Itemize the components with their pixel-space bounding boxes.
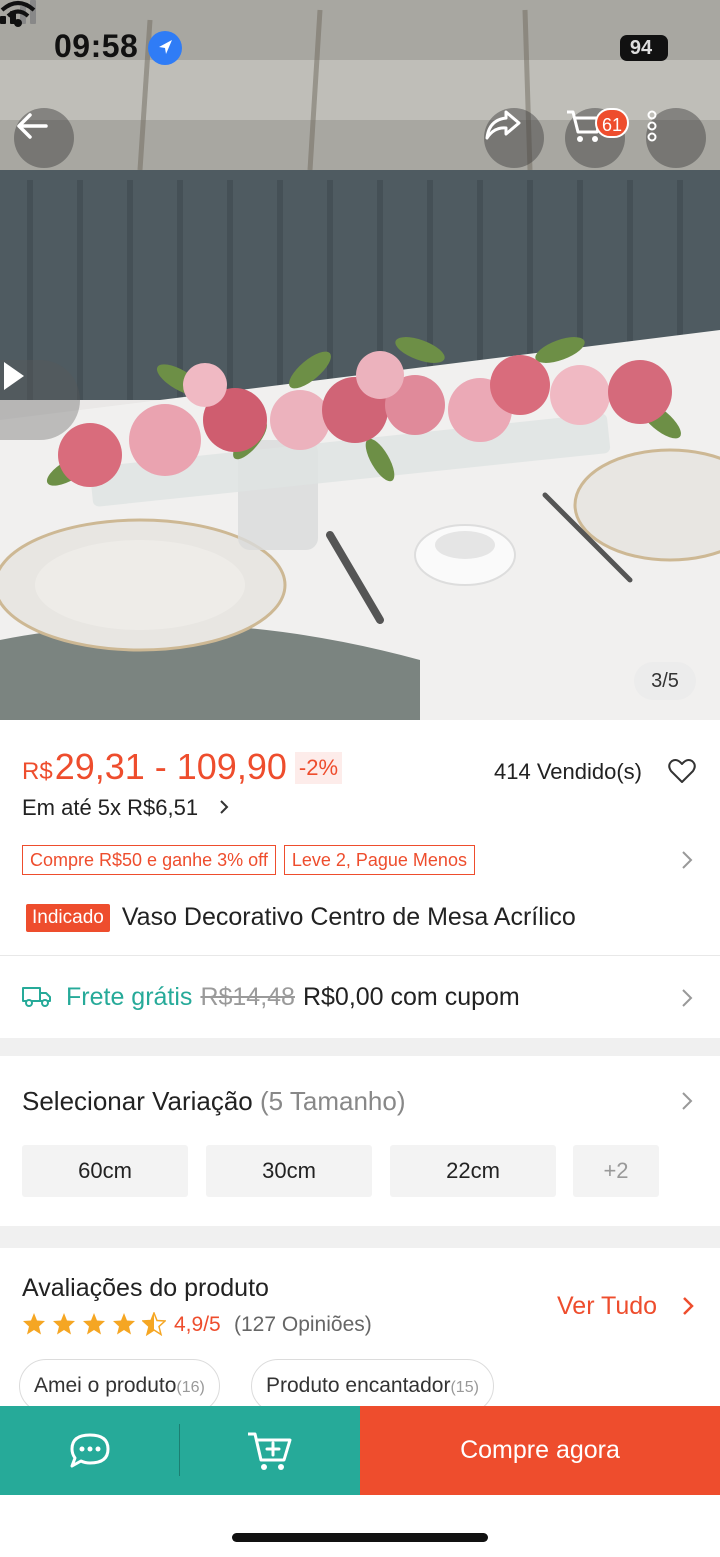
star-icon xyxy=(83,1313,105,1335)
heart-icon[interactable] xyxy=(668,758,696,784)
variation-option[interactable]: 60cm xyxy=(22,1145,188,1197)
add-to-cart-button[interactable] xyxy=(180,1406,360,1495)
chip-label: Produto encantador xyxy=(266,1374,451,1397)
section-gap xyxy=(0,1038,720,1056)
reviews-title: Avaliações do produto xyxy=(22,1274,269,1302)
play-video-button[interactable] xyxy=(0,360,80,440)
share-button[interactable] xyxy=(484,108,544,168)
chip-label: Amei o produto xyxy=(34,1374,177,1397)
chip-count: (15) xyxy=(450,1379,479,1396)
wifi-icon xyxy=(0,1,36,27)
play-icon xyxy=(4,362,24,390)
variation-option[interactable]: 30cm xyxy=(206,1145,372,1197)
star-icon xyxy=(23,1313,45,1335)
truck-icon xyxy=(22,987,51,1007)
location-arrow-icon xyxy=(148,31,182,65)
chevron-right-icon[interactable] xyxy=(682,1296,694,1316)
add-to-cart-icon xyxy=(248,1432,292,1470)
status-time: 09:58 xyxy=(54,28,139,64)
star-icon xyxy=(53,1313,75,1335)
product-image[interactable]: 09:58 94 61 3/5 xyxy=(0,0,720,720)
chat-icon xyxy=(70,1433,109,1467)
review-count: (127 Opiniões) xyxy=(234,1313,372,1336)
battery-level: 94 xyxy=(629,37,653,59)
review-keyword-chip[interactable]: Amei o produto(16) xyxy=(19,1359,220,1413)
cart-count-badge: 61 xyxy=(595,108,630,138)
chevron-right-icon[interactable] xyxy=(680,1090,694,1112)
promo-tag[interactable]: Leve 2, Pague Menos xyxy=(283,845,475,875)
status-bar: 09:58 94 xyxy=(0,0,720,96)
chat-button[interactable] xyxy=(0,1406,179,1495)
divider xyxy=(0,955,720,956)
variation-count: (5 Tamanho) xyxy=(260,1086,406,1116)
star-half-icon xyxy=(142,1312,166,1336)
product-title: Vaso Decorativo Centro de Mesa Acrílico xyxy=(121,903,576,931)
chevron-right-icon[interactable] xyxy=(680,849,694,871)
more-options-button[interactable] xyxy=(646,108,706,168)
star-icon xyxy=(113,1313,135,1335)
chevron-right-icon xyxy=(220,800,229,814)
shipping-cupom-text: R$0,00 com cupom xyxy=(302,983,520,1011)
home-indicator xyxy=(232,1533,488,1542)
promo-tags[interactable]: Compre R$50 e ganhe 3% off Leve 2, Pague… xyxy=(22,845,475,875)
discount-badge: -2% xyxy=(294,752,343,784)
currency-symbol: R$ xyxy=(22,758,53,785)
product-title-row: Indicado Vaso Decorativo Centro de Mesa … xyxy=(26,903,576,932)
indicated-tag: Indicado xyxy=(26,903,110,932)
shipping-row[interactable]: Frete grátis R$14,48 R$0,00 com cupom xyxy=(66,983,520,1012)
section-gap xyxy=(0,1226,720,1248)
variation-option[interactable]: 22cm xyxy=(390,1145,556,1197)
more-variations-button[interactable]: +2 xyxy=(573,1145,659,1197)
see-all-reviews-link[interactable]: Ver Tudo xyxy=(557,1292,657,1321)
chip-count: (16) xyxy=(176,1379,205,1396)
free-shipping-label: Frete grátis xyxy=(66,983,193,1011)
promo-tag[interactable]: Compre R$50 e ganhe 3% off xyxy=(22,845,276,875)
image-counter: 3/5 xyxy=(634,662,696,700)
sold-count: 414 Vendido(s) xyxy=(494,759,642,784)
old-shipping-price: R$14,48 xyxy=(200,983,295,1011)
price-range: R$ 29,31 - 109,90 -2% xyxy=(22,746,343,788)
rating-value: 4,9/5 xyxy=(174,1313,221,1336)
more-vertical-icon xyxy=(647,110,657,142)
share-icon xyxy=(485,110,521,140)
rating-stars xyxy=(22,1312,166,1336)
variation-title[interactable]: Selecionar Variação (5 Tamanho) xyxy=(22,1086,406,1117)
buy-now-button[interactable]: Compre agora xyxy=(360,1406,720,1495)
price-value: 29,31 - 109,90 xyxy=(54,746,287,787)
chevron-right-icon[interactable] xyxy=(680,987,694,1009)
variation-label: Selecionar Variação xyxy=(22,1086,253,1116)
arrow-left-icon xyxy=(17,113,48,139)
installments-text[interactable]: Em até 5x R$6,51 xyxy=(22,795,198,821)
back-button[interactable] xyxy=(14,108,74,168)
review-keyword-chip[interactable]: Produto encantador(15) xyxy=(251,1359,494,1413)
